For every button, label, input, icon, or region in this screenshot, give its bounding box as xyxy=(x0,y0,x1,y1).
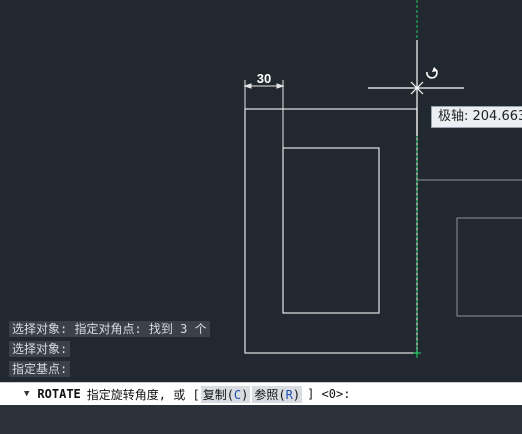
rotate-icon xyxy=(426,67,438,79)
command-history-line-3: 指定基点: xyxy=(9,361,71,377)
dimension-text: 30 xyxy=(257,71,271,86)
polar-tooltip: 极轴: 204.6638 xyxy=(431,106,522,128)
command-history-line-1: 选择对象: 指定对角点: 找到 3 个 xyxy=(9,321,210,337)
command-history-line-2: 选择对象: xyxy=(9,341,71,357)
base-point-marker xyxy=(413,349,421,357)
partial-rectangle-right-inner xyxy=(456,217,522,317)
command-name: ROTATE xyxy=(37,387,81,401)
command-line[interactable]: ▼ ROTATE 指定旋转角度, 或 [ 复制(C) 参照(R) ] <0>: xyxy=(0,382,522,406)
drawing-canvas[interactable]: 30 xyxy=(0,0,522,434)
outer-rectangle xyxy=(244,108,418,354)
status-area xyxy=(0,405,522,434)
command-history-toggle-icon[interactable]: ▼ xyxy=(24,389,29,399)
command-suffix: ] <0>: xyxy=(307,387,351,401)
command-prompt: 指定旋转角度, 或 [ xyxy=(86,387,200,402)
linear-dimension xyxy=(243,80,285,148)
option-reference-button[interactable]: 参照(R) xyxy=(252,385,303,403)
inner-rectangle xyxy=(282,147,380,314)
option-copy-button[interactable]: 复制(C) xyxy=(200,385,251,403)
